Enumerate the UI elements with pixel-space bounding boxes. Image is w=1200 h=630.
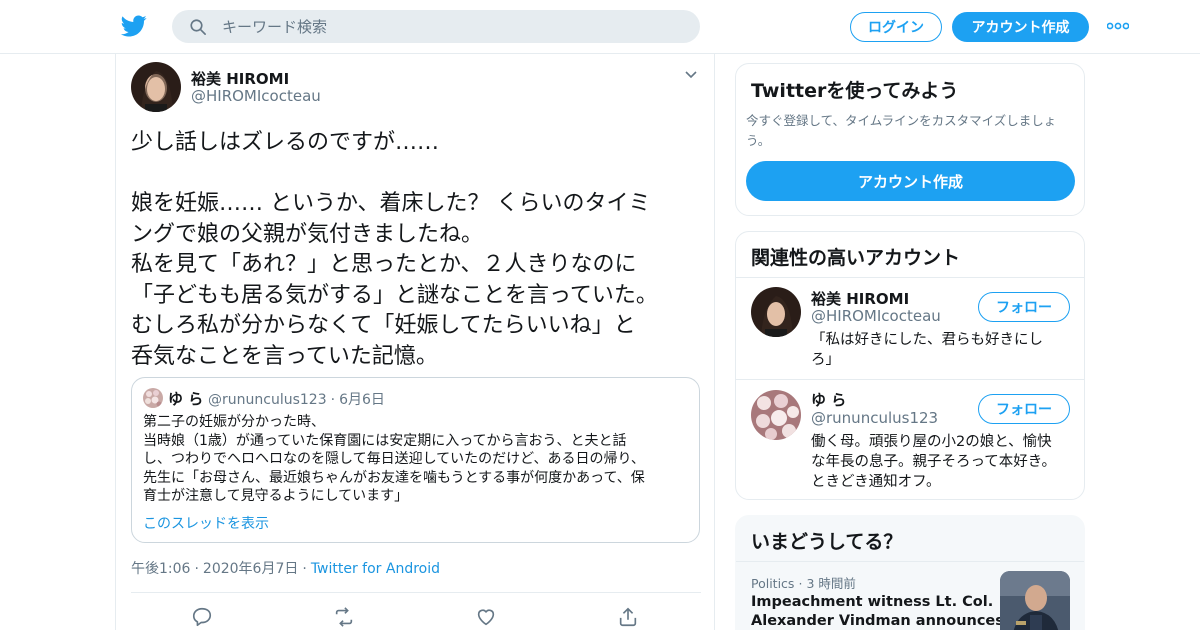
separator-dot: · — [194, 561, 199, 577]
description-line: う。 — [746, 133, 771, 148]
twitter-bird-logo-icon[interactable] — [120, 13, 148, 39]
tweet-source-link[interactable]: Twitter for Android — [311, 561, 440, 577]
try-twitter-card: Twitterを使ってみよう 今すぐ登録して、タイムラインをカスタマイズしましょ… — [735, 63, 1085, 216]
tweet-text: 少し話しはズレるのですが…… 娘を妊娠…… というか、着床した？ くらいのタイミ… — [131, 128, 701, 372]
signup-button-large[interactable]: アカウント作成 — [746, 161, 1075, 201]
description-line: 今すぐ登録して、タイムラインをカスタマイズしましょ — [746, 113, 1057, 128]
chevron-down-icon[interactable] — [684, 70, 698, 80]
quoted-tweet-text: 第二子の妊娠が分かった時、 当時娘（1歳）が通っていた保育園には安定期に入ってか… — [143, 413, 691, 506]
tweet-text-line: 娘を妊娠…… というか、着床した？ くらいのタイミ — [131, 191, 651, 216]
divider — [736, 561, 1084, 562]
author-name[interactable]: 裕美 HIROMI — [191, 68, 289, 89]
retweet-icon[interactable] — [333, 606, 355, 628]
bio-line: ろ」 — [811, 352, 840, 368]
trend-headline[interactable]: Impeachment witness Lt. Col. Alexander V… — [751, 593, 1033, 630]
account-avatar[interactable] — [751, 287, 801, 337]
quoted-author-avatar — [143, 388, 163, 408]
tweet-text-line: むしろ私が分からなくて「妊娠してたらいいね」と — [131, 313, 636, 338]
account-handle[interactable]: @HIROMIcocteau — [811, 307, 941, 325]
tweet-text-line: 「子どもも居る気がする」と謎なことを言っていた。 — [131, 282, 658, 308]
search-bar — [172, 10, 700, 43]
separator-dot: · — [302, 561, 307, 577]
more-options-icon[interactable] — [1107, 22, 1129, 30]
bio-line: 「私は好きにした、君らも好きにし — [811, 332, 1043, 348]
quoted-text-line: 当時娘（1歳）が通っていた保育園には安定期に入ってから言おう、と夫と話 — [143, 432, 627, 449]
signup-button[interactable]: アカウント作成 — [952, 12, 1089, 42]
headline-line: Alexander Vindman announces his — [751, 613, 1033, 629]
tweet-text-line: 呑気なことを言っていた記憶。 — [131, 343, 438, 369]
divider — [131, 592, 701, 593]
whats-happening-card: いまどうしてる？ Politics · 3 時間前 Impeachment witn… — [735, 515, 1085, 630]
card-title: Twitterを使ってみよう — [751, 80, 959, 102]
author-avatar[interactable] — [131, 62, 181, 112]
reply-icon[interactable] — [191, 606, 213, 628]
author-handle[interactable]: @HIROMIcocteau — [191, 87, 321, 105]
quoted-author-name: ゆ ら — [168, 390, 204, 408]
show-thread-link[interactable]: このスレッドを表示 — [143, 513, 269, 533]
separator-dot: · — [798, 576, 803, 591]
account-bio: 「私は好きにした、君らも好きにし ろ」 — [811, 330, 1076, 370]
card-title: いまどうしてる？ — [751, 531, 903, 553]
quoted-tweet-date: 6月6日 — [339, 392, 385, 408]
tweet-detail: 裕美 HIROMI @HIROMIcocteau 少し話しはズレるのですが…… … — [115, 54, 715, 630]
card-description: 今すぐ登録して、タイムラインをカスタマイズしましょ う。 — [746, 111, 1081, 151]
trend-category: Politics — [751, 576, 795, 591]
card-title: 関連性の高いアカウント — [751, 247, 961, 269]
tweet-actions — [191, 606, 671, 630]
top-navigation-bar: ログイン アカウント作成 — [0, 0, 1200, 54]
quoted-text-line: 育士が注意して見守るようにしています」 — [143, 488, 409, 504]
quoted-text-line: し、つわりでヘロヘロなのを隠して毎日送迎していたのだけど、ある日の帰り、 — [143, 451, 645, 467]
trend-thumbnail[interactable] — [1000, 571, 1070, 630]
share-icon[interactable] — [617, 606, 639, 628]
search-icon — [190, 19, 206, 35]
login-button[interactable]: ログイン — [850, 12, 942, 42]
related-accounts-card: 関連性の高いアカウント 裕美 HIROMI @HIROMIcocteau フォロ… — [735, 231, 1085, 500]
quoted-author-handle: @rununculus123 — [208, 392, 327, 408]
search-input[interactable] — [222, 10, 682, 43]
account-avatar[interactable] — [751, 390, 801, 440]
follow-button[interactable]: フォロー — [978, 394, 1070, 424]
headline-line: Impeachment witness Lt. Col. — [751, 594, 994, 610]
bio-line: 働く母。頑張り屋の小2の娘と、愉快 — [811, 434, 1052, 450]
tweet-date[interactable]: 2020年6月7日 — [203, 561, 298, 577]
account-name[interactable]: 裕美 HIROMI — [811, 288, 909, 309]
account-name[interactable]: ゆ ら — [811, 389, 846, 410]
quoted-author-meta: @rununculus123 · 6月6日 — [208, 389, 385, 409]
bio-line: ときどき通知オフ。 — [811, 474, 941, 490]
trend-meta: Politics · 3 時間前 — [751, 573, 856, 592]
tweet-text-line: 私を見て「あれ？」と思ったとか、２人きりなのに — [131, 252, 637, 277]
account-handle[interactable]: @rununculus123 — [811, 409, 938, 427]
tweet-text-line — [131, 159, 701, 190]
separator-dot: · — [330, 392, 336, 408]
tweet-text-line: ングで娘の父親が気付きましたね。 — [131, 221, 484, 247]
tweet-meta: 午後1:06 · 2020年6月7日 · Twitter for Android — [131, 558, 440, 578]
related-account-item[interactable]: 裕美 HIROMI @HIROMIcocteau フォロー 「私は好きにした、君… — [736, 278, 1084, 379]
quoted-tweet[interactable]: ゆ ら @rununculus123 · 6月6日 第二子の妊娠が分かった時、 当時… — [131, 377, 700, 543]
quoted-text-line: 第二子の妊娠が分かった時、 — [143, 414, 325, 430]
tweet-text-line: 少し話しはズレるのですが…… — [131, 130, 440, 155]
follow-button[interactable]: フォロー — [978, 292, 1070, 322]
tweet-time[interactable]: 午後1:06 — [131, 561, 190, 577]
quoted-text-line: 先生に「お母さん、最近娘ちゃんがお友達を噛もうとする事が何度かあって、保 — [143, 469, 645, 486]
trend-time: 3 時間前 — [806, 576, 856, 591]
bio-line: な年長の息子。親子そろって本好き。 — [811, 454, 1057, 470]
like-icon[interactable] — [475, 606, 497, 628]
account-bio: 働く母。頑張り屋の小2の娘と、愉快 な年長の息子。親子そろって本好き。 ときどき… — [811, 432, 1076, 492]
related-account-item[interactable]: ゆ ら @rununculus123 フォロー 働く母。頑張り屋の小2の娘と、愉… — [736, 380, 1084, 499]
